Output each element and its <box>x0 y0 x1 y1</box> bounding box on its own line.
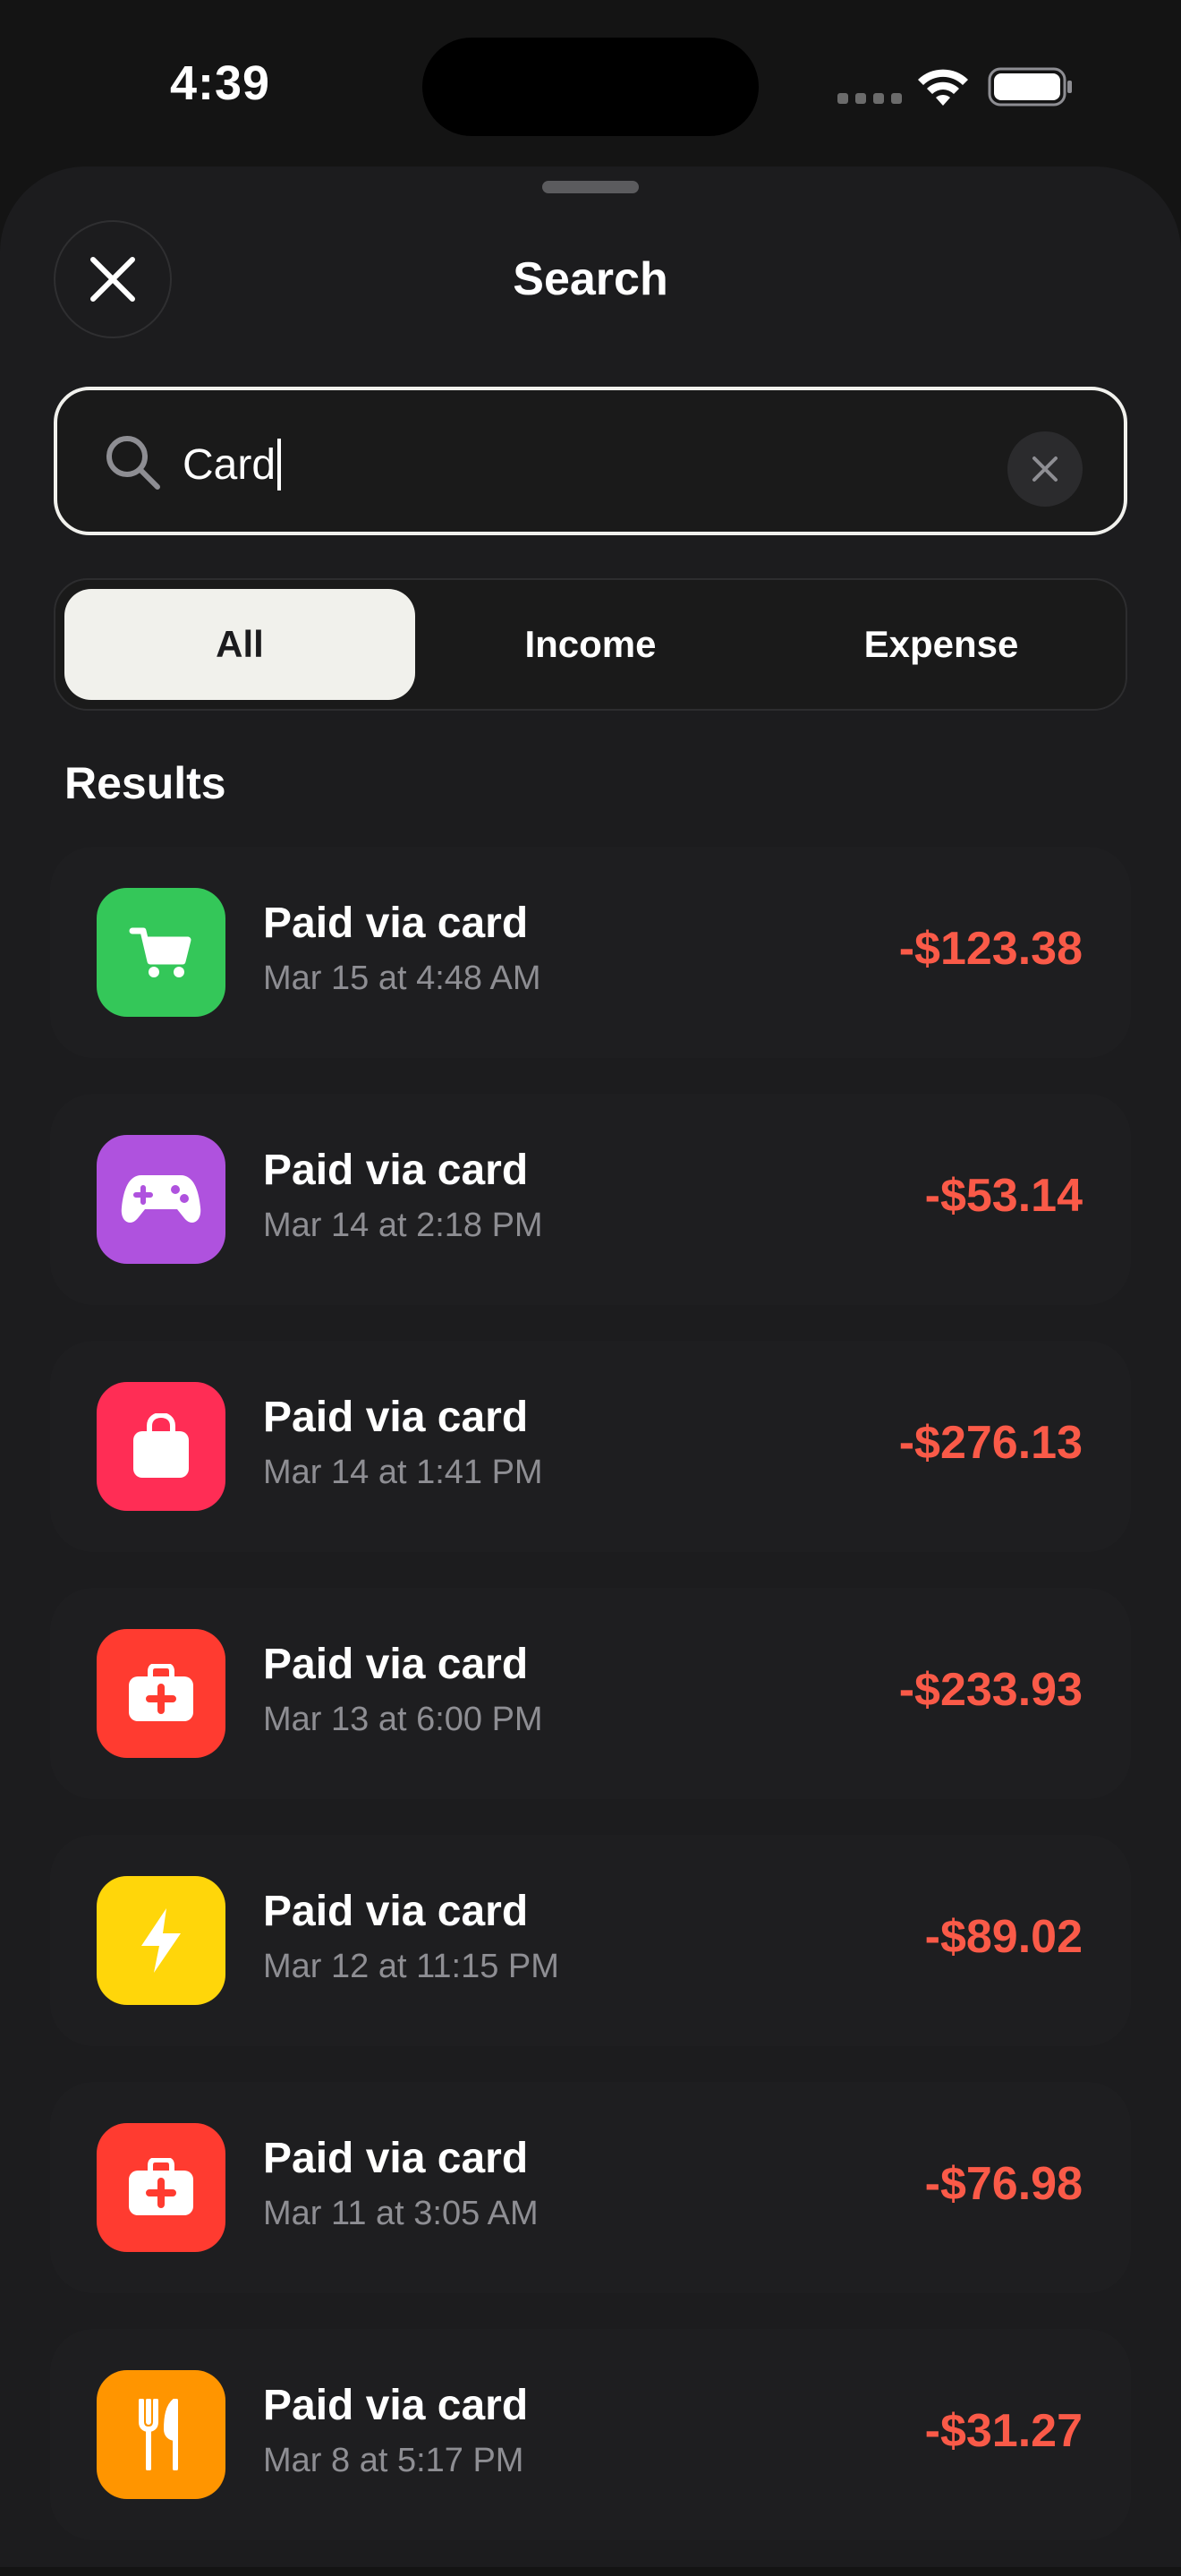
results-list: Paid via card Mar 15 at 4:48 AM -$123.38… <box>50 847 1131 2576</box>
transaction-title: Paid via card <box>263 1641 529 1688</box>
transaction-amount: -$89.02 <box>924 1911 1083 1963</box>
search-input[interactable]: Card <box>54 387 1127 535</box>
transaction-amount: -$123.38 <box>898 923 1083 975</box>
shopping-bag-icon <box>97 1382 225 1511</box>
transaction-row[interactable]: Paid via card Mar 15 at 4:48 AM -$123.38 <box>50 847 1131 1058</box>
transaction-row[interactable]: Paid via card Mar 14 at 2:18 PM -$53.14 <box>50 1094 1131 1305</box>
transaction-title: Paid via card <box>263 1394 529 1441</box>
cart-icon <box>97 888 225 1017</box>
search-text: Card <box>183 440 276 489</box>
transaction-row[interactable]: Paid via card Mar 8 at 5:17 PM -$31.27 <box>50 2329 1131 2540</box>
filter-expense[interactable]: Expense <box>766 589 1117 700</box>
transaction-amount: -$276.13 <box>898 1417 1083 1469</box>
medical-kit-icon <box>97 2123 225 2252</box>
wifi-icon <box>918 69 968 106</box>
transaction-amount: -$53.14 <box>924 1170 1083 1222</box>
transaction-title: Paid via card <box>263 1147 529 1194</box>
clear-icon <box>1032 456 1058 482</box>
transaction-date: Mar 14 at 2:18 PM <box>263 1207 543 1244</box>
gamepad-icon <box>97 1135 225 1264</box>
transaction-title: Paid via card <box>263 900 529 947</box>
transaction-amount: -$76.98 <box>924 2158 1083 2210</box>
sheet-grabber[interactable] <box>542 181 639 193</box>
medical-kit-icon <box>97 1629 225 1758</box>
transaction-date: Mar 12 at 11:15 PM <box>263 1948 559 1985</box>
results-heading: Results <box>64 758 226 808</box>
transaction-title: Paid via card <box>263 2135 529 2182</box>
filter-income[interactable]: Income <box>415 589 766 700</box>
search-icon <box>106 436 160 490</box>
transaction-amount: -$233.93 <box>898 1664 1083 1716</box>
dynamic-island <box>422 38 759 136</box>
bolt-icon <box>97 1876 225 2005</box>
page-title: Search <box>513 253 668 305</box>
transaction-date: Mar 11 at 3:05 AM <box>263 2195 539 2232</box>
filter-segmented-control: All Income Expense <box>54 578 1127 711</box>
transaction-amount: -$31.27 <box>924 2405 1083 2457</box>
transaction-row[interactable]: Paid via card Mar 14 at 1:41 PM -$276.13 <box>50 1341 1131 1552</box>
clear-search-button[interactable] <box>1007 431 1083 507</box>
cellular-signal-icon <box>837 93 902 104</box>
filter-all[interactable]: All <box>64 589 415 700</box>
transaction-date: Mar 15 at 4:48 AM <box>263 960 541 997</box>
transaction-date: Mar 14 at 1:41 PM <box>263 1454 543 1491</box>
transaction-row[interactable]: Paid via card Mar 13 at 6:00 PM -$233.93 <box>50 1588 1131 1799</box>
transaction-row[interactable]: Paid via card Mar 12 at 11:15 PM -$89.02 <box>50 1835 1131 2046</box>
fork-knife-icon <box>97 2370 225 2499</box>
transaction-title: Paid via card <box>263 1888 529 1935</box>
transaction-date: Mar 13 at 6:00 PM <box>263 1701 543 1738</box>
transaction-title: Paid via card <box>263 2382 529 2429</box>
status-time: 4:39 <box>170 56 271 110</box>
transaction-date: Mar 8 at 5:17 PM <box>263 2442 524 2479</box>
status-bar: 4:39 <box>0 0 1181 170</box>
search-value[interactable]: Card <box>183 439 282 490</box>
battery-icon <box>988 67 1072 107</box>
text-caret <box>277 439 282 490</box>
transaction-row[interactable]: Paid via card Mar 11 at 3:05 AM -$76.98 <box>50 2082 1131 2293</box>
